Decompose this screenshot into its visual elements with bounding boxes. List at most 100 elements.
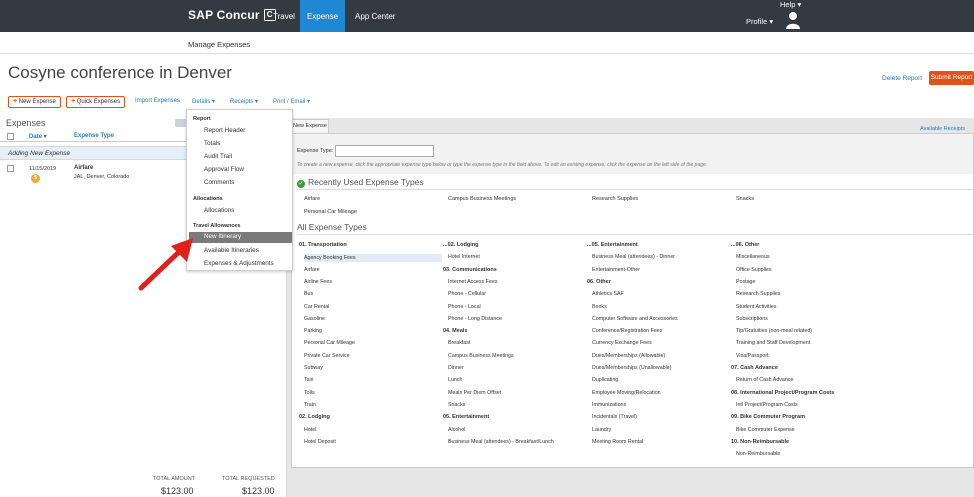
expense-type-item[interactable]: Agency Booking Fees (304, 254, 442, 263)
recent-expense-type[interactable]: Research Supplies (592, 196, 638, 202)
expense-type-item[interactable]: Computer Software and Accessories (592, 316, 678, 322)
expense-type-item[interactable]: Parking (304, 328, 322, 334)
expense-type-item[interactable]: Subway (304, 365, 323, 371)
expense-category-heading: 07. Cash Advance (731, 365, 778, 371)
submit-report-button[interactable]: Submit Report (929, 71, 974, 85)
select-all-checkbox[interactable] (7, 133, 14, 140)
manage-expenses-link[interactable]: Manage Expenses (188, 40, 250, 49)
profile-menu[interactable]: Profile ▾ (746, 17, 773, 26)
menu-item-audit-trail[interactable]: Audit Trail (204, 153, 232, 160)
expense-type-item[interactable]: Postage (736, 279, 755, 285)
expense-type-item[interactable]: Dues/Memberships (Unallowable) (592, 365, 671, 371)
expense-type-item[interactable]: Books (592, 304, 607, 310)
new-expense-button[interactable]: + New Expense (8, 96, 61, 108)
print-email-menu-link[interactable]: Print / Email ▾ (273, 98, 310, 105)
expense-type-item[interactable]: Phone - Cellular (448, 291, 486, 297)
available-receipts-link[interactable]: Available Receipts (920, 126, 965, 132)
expense-type-item[interactable]: Athletics SAF (592, 291, 624, 297)
expense-type-item[interactable]: Research Supplies (736, 291, 780, 297)
red-arrow-icon (138, 238, 193, 291)
column-expense-type[interactable]: Expense Type (74, 133, 114, 139)
expense-type-item[interactable]: Business Meal (attendees) - Breakfast/Lu… (448, 439, 554, 445)
expense-type-item[interactable]: Miscellaneous (736, 254, 770, 260)
expense-type-item[interactable]: Phone - Local (448, 304, 481, 310)
expense-type-item[interactable]: Internet Access Fees (448, 279, 497, 285)
expense-type-item[interactable]: Tolls (304, 390, 315, 396)
menu-item-expenses-adjustments[interactable]: Expenses & Adjustments (204, 260, 274, 267)
expense-type-item[interactable]: Laundry (592, 427, 611, 433)
expense-type-item[interactable]: Student Activities (736, 304, 776, 310)
delete-report-link[interactable]: Delete Report (882, 75, 922, 82)
expense-type-item[interactable]: Visa/Passport (736, 353, 769, 359)
expense-type-item[interactable]: Snacks (448, 402, 465, 408)
import-expenses-link[interactable]: Import Expenses (135, 98, 180, 104)
expense-type-item[interactable]: Phone - Long Distance (448, 316, 502, 322)
expense-type-item[interactable]: Return of Cash Advance (736, 377, 793, 383)
recent-expense-type[interactable]: Snacks (736, 196, 754, 202)
expense-type-item[interactable]: Tip/Gratuities (non-meal related) (736, 328, 812, 334)
help-menu[interactable]: Help ▾ (780, 0, 801, 9)
nav-app-center[interactable]: App Center (345, 0, 405, 32)
expense-type-input[interactable] (335, 145, 434, 157)
menu-item-totals[interactable]: Totals (204, 140, 220, 147)
divider (297, 234, 972, 235)
expense-type-item[interactable]: Hotel (304, 427, 316, 433)
expense-type-item[interactable]: Intl Project/Program Costs (736, 402, 798, 408)
expense-type-item[interactable]: Entertainment-Other (592, 267, 640, 273)
expense-type-item[interactable]: Non-Reimbursable (736, 451, 780, 457)
expense-type-item[interactable]: Meeting Room Rental (592, 439, 643, 445)
menu-item-approval-flow[interactable]: Approval Flow (204, 166, 244, 173)
menu-item-report-header[interactable]: Report Header (204, 127, 245, 134)
expense-type-item[interactable]: Incidentals (Travel) (592, 414, 637, 420)
nav-travel[interactable]: Travel (263, 0, 305, 32)
expense-type-item[interactable]: Employee Moving/Relocation (592, 390, 661, 396)
expense-type-item[interactable]: Bus (304, 291, 313, 297)
expense-type-item[interactable]: Dinner (448, 365, 464, 371)
column-date[interactable]: Date ▾ (29, 133, 47, 140)
menu-item-allocations[interactable]: Allocations (204, 207, 234, 214)
expense-type-item[interactable]: Train (304, 402, 316, 408)
expense-type-item[interactable]: Gasoline (304, 316, 325, 322)
expense-type-item[interactable]: Alcohol (448, 427, 465, 433)
receipts-menu-link[interactable]: Receipts ▾ (230, 98, 258, 105)
divider (297, 189, 972, 190)
expense-type-item[interactable]: Bike Commuter Expense (736, 427, 795, 433)
expense-type-item[interactable]: Training and Staff Development (736, 340, 810, 346)
top-navigation-bar: SAP Concur C Travel Expense App Center H… (0, 0, 974, 32)
row-checkbox[interactable] (7, 165, 14, 172)
expense-detail: JAL, Denver, Colorado (74, 174, 130, 180)
expense-category-heading: ...06. Other (731, 242, 760, 248)
expense-type-item[interactable]: Personal Car Mileage (304, 340, 355, 346)
expense-type-item[interactable]: Dues/Memberships (Allowable) (592, 353, 665, 359)
expense-type-item[interactable]: Currency Exchange Fees (592, 340, 652, 346)
expense-type-item[interactable]: Taxi (304, 377, 313, 383)
expense-type-item[interactable]: Business Meal (attendees) - Dinner (592, 254, 675, 260)
user-avatar-icon[interactable] (786, 11, 800, 29)
nav-expense[interactable]: Expense (300, 0, 345, 32)
menu-item-new-itinerary[interactable]: New Itinerary (189, 232, 292, 243)
expense-type-item[interactable]: Hotel Internet (448, 254, 480, 260)
details-menu-link[interactable]: Details ▾ (192, 98, 215, 105)
menu-item-comments[interactable]: Comments (204, 179, 234, 186)
tab-new-expense[interactable]: New Expense (291, 119, 329, 133)
expense-category-heading: 05. Entertainment (443, 414, 490, 421)
expense-type-item[interactable]: Lunch (448, 377, 462, 383)
expense-type-item[interactable]: Hotel Deposit (304, 439, 336, 445)
expense-type-item[interactable]: Private Car Service (304, 353, 350, 359)
quick-expenses-button[interactable]: + Quick Expenses (66, 96, 126, 108)
recent-expense-type[interactable]: Airfare (304, 196, 320, 202)
expense-type-item[interactable]: Airfare (304, 267, 320, 273)
expense-type-item[interactable]: Meals Per Diem Offset (448, 390, 501, 396)
expense-type-item[interactable]: Conference/Registration Fees (592, 328, 662, 334)
recent-expense-type[interactable]: Campus Business Meetings (448, 196, 516, 202)
expense-type-item[interactable]: Office Supplies (736, 267, 772, 273)
expense-type-item[interactable]: Airline Fees (304, 279, 332, 285)
expense-type-item[interactable]: Campus Business Meetings (448, 353, 514, 359)
expense-type-item[interactable]: Breakfast (448, 340, 470, 346)
expense-type-item[interactable]: Duplicating (592, 377, 618, 383)
expense-type-item[interactable]: Immunizations (592, 402, 626, 408)
expense-type-item[interactable]: Car Rental (304, 304, 329, 310)
expense-type-item[interactable]: Subscriptions (736, 316, 768, 322)
menu-item-available-itineraries[interactable]: Available Itineraries (204, 247, 259, 254)
recent-expense-type[interactable]: Personal Car Mileage (304, 209, 357, 215)
